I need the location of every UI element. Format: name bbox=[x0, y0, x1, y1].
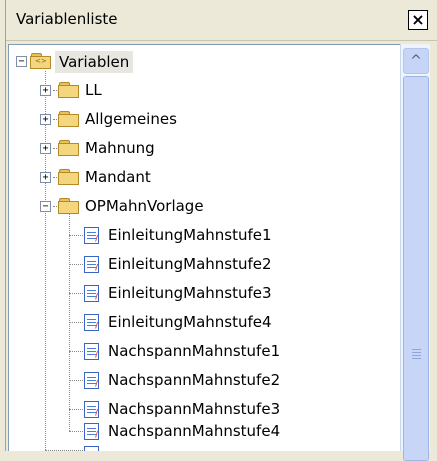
variable-doc-icon: / bbox=[84, 227, 99, 244]
tree-connector bbox=[69, 293, 83, 294]
tree-folder-mahnung[interactable]: Mahnung bbox=[85, 139, 155, 157]
titlebar-divider bbox=[6, 40, 437, 41]
tree-connector bbox=[45, 71, 46, 451]
variable-doc-icon: / bbox=[84, 314, 99, 331]
expand-toggle[interactable]: + bbox=[40, 114, 51, 125]
variable-doc-icon: / bbox=[84, 401, 99, 418]
tree-variable[interactable]: NachspannMahnstufe2 bbox=[108, 371, 280, 389]
tree-folder-mandant[interactable]: Mandant bbox=[85, 168, 151, 186]
variable-doc-icon bbox=[84, 446, 99, 451]
tree-connector bbox=[69, 409, 83, 410]
tree-variable[interactable]: EinleitungMahnstufe4 bbox=[108, 313, 272, 331]
vertical-scrollbar[interactable]: ^ bbox=[400, 44, 430, 461]
scroll-up-arrow-icon[interactable]: ^ bbox=[403, 48, 429, 74]
variable-doc-icon: / bbox=[84, 285, 99, 302]
tree-folder-ll[interactable]: LL bbox=[85, 81, 102, 99]
panel-titlebar: Variablenliste × bbox=[6, 0, 437, 40]
tree-variable[interactable]: NachspannMahnstufe1 bbox=[108, 342, 280, 360]
folder-icon bbox=[58, 169, 80, 185]
tree-variable[interactable]: EinleitungMahnstufe3 bbox=[108, 284, 272, 302]
folder-icon bbox=[58, 82, 80, 98]
tree-variable[interactable]: NachspannMahnstufe4 bbox=[108, 422, 280, 440]
scrollbar-thumb[interactable] bbox=[403, 76, 429, 461]
collapse-toggle[interactable]: − bbox=[40, 201, 51, 212]
variable-doc-icon: / bbox=[84, 423, 99, 440]
expand-toggle[interactable]: + bbox=[40, 143, 51, 154]
collapse-root-toggle[interactable]: − bbox=[16, 56, 27, 67]
variable-doc-icon: / bbox=[84, 343, 99, 360]
tree-connector bbox=[69, 210, 70, 431]
tree-variable[interactable]: EinleitungMahnstufe1 bbox=[108, 226, 272, 244]
tree-root-label[interactable]: Variablen bbox=[55, 51, 134, 73]
variable-tree[interactable]: − <> Variablen + LL + Allgemeines + Mahn… bbox=[8, 44, 400, 451]
folder-icon bbox=[58, 111, 80, 127]
tree-connector bbox=[69, 264, 83, 265]
variable-doc-icon: / bbox=[84, 256, 99, 273]
expand-toggle[interactable]: + bbox=[40, 85, 51, 96]
close-button[interactable]: × bbox=[408, 10, 428, 30]
tree-connector bbox=[69, 431, 83, 432]
tree-variable[interactable]: NachspannMahnstufe3 bbox=[108, 400, 280, 418]
folder-variable-icon: <> bbox=[30, 53, 52, 69]
tree-connector bbox=[69, 322, 83, 323]
expand-toggle[interactable]: + bbox=[40, 172, 51, 183]
panel-left-border bbox=[0, 0, 6, 451]
tree-folder-opmahnvorlage[interactable]: OPMahnVorlage bbox=[85, 197, 204, 215]
variable-doc-icon: / bbox=[84, 372, 99, 389]
folder-icon bbox=[58, 140, 80, 156]
folder-open-icon bbox=[58, 198, 80, 214]
variable-list-panel: Variablenliste × − <> Variablen + LL + A… bbox=[0, 0, 437, 461]
tree-connector bbox=[69, 380, 83, 381]
tree-connector bbox=[69, 235, 83, 236]
tree-connector bbox=[69, 351, 83, 352]
panel-title: Variablenliste bbox=[16, 10, 118, 28]
tree-variable[interactable]: EinleitungMahnstufe2 bbox=[108, 255, 272, 273]
tree-folder-allgemeines[interactable]: Allgemeines bbox=[85, 110, 177, 128]
panel-right-border bbox=[430, 44, 437, 451]
